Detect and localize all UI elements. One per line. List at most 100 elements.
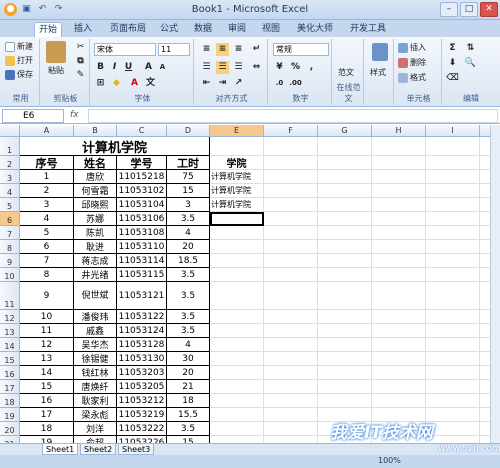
- fanwen-button[interactable]: 范文: [338, 67, 354, 78]
- cut-icon[interactable]: ✂: [74, 41, 87, 54]
- format-cells-button[interactable]: 格式: [398, 72, 426, 83]
- data-cell[interactable]: 11053130: [117, 352, 167, 366]
- tab-home[interactable]: 开始: [34, 22, 63, 37]
- row-header-5[interactable]: 5: [0, 198, 20, 212]
- row-header-17[interactable]: 17: [0, 380, 20, 394]
- data-cell[interactable]: 11053212: [117, 394, 167, 408]
- formula-input[interactable]: [88, 109, 498, 123]
- data-cell[interactable]: 11015218: [117, 170, 167, 184]
- cell[interactable]: [318, 184, 372, 198]
- column-header-e[interactable]: E: [210, 125, 264, 137]
- column-header-f[interactable]: F: [264, 125, 318, 137]
- column-header-d[interactable]: D: [167, 125, 210, 137]
- cell[interactable]: [264, 170, 318, 184]
- cell[interactable]: [264, 212, 318, 226]
- header-cell[interactable]: 学号: [117, 156, 167, 170]
- align-middle-icon[interactable]: ≡: [216, 43, 229, 56]
- header-cell[interactable]: 序号: [20, 156, 74, 170]
- font-color-icon[interactable]: A: [128, 77, 141, 90]
- cell[interactable]: [264, 408, 318, 422]
- cell[interactable]: [426, 436, 480, 443]
- cell[interactable]: [480, 254, 490, 268]
- cell[interactable]: [426, 156, 480, 170]
- data-cell[interactable]: 18.5: [167, 254, 210, 268]
- cell[interactable]: [426, 184, 480, 198]
- row-header-3[interactable]: 3: [0, 170, 20, 184]
- underline-button[interactable]: U: [122, 61, 135, 74]
- data-cell[interactable]: 9: [20, 282, 74, 310]
- align-bottom-icon[interactable]: ≡: [232, 43, 245, 56]
- cell[interactable]: [426, 310, 480, 324]
- sort-filter-icon[interactable]: ⇅: [464, 42, 477, 55]
- vertical-scrollbar[interactable]: [490, 125, 500, 443]
- cell[interactable]: [480, 352, 490, 366]
- align-center-icon[interactable]: ☰: [216, 61, 229, 74]
- clear-icon[interactable]: ⌫: [446, 72, 459, 85]
- data-cell[interactable]: 梁永彪: [74, 408, 117, 422]
- increase-indent-icon[interactable]: ⇥: [216, 77, 229, 90]
- cell[interactable]: [318, 240, 372, 254]
- cell[interactable]: [480, 436, 490, 443]
- cell[interactable]: [210, 338, 264, 352]
- tab-insert[interactable]: 插入: [70, 22, 96, 37]
- column-header-g[interactable]: G: [318, 125, 372, 137]
- cell[interactable]: [426, 324, 480, 338]
- cell[interactable]: [264, 137, 318, 156]
- data-cell[interactable]: 18: [167, 394, 210, 408]
- cell[interactable]: [426, 137, 480, 156]
- cell[interactable]: [318, 394, 372, 408]
- data-cell[interactable]: 戚鑫: [74, 324, 117, 338]
- align-left-icon[interactable]: ☰: [200, 61, 213, 74]
- cell[interactable]: [210, 282, 264, 310]
- data-cell[interactable]: 耿进: [74, 240, 117, 254]
- cell[interactable]: [480, 380, 490, 394]
- data-cell[interactable]: 井光绪: [74, 268, 117, 282]
- cell[interactable]: [210, 254, 264, 268]
- e-value-cell[interactable]: 计算机学院: [210, 184, 264, 198]
- data-cell[interactable]: 15: [167, 184, 210, 198]
- data-cell[interactable]: 6: [20, 240, 74, 254]
- cell[interactable]: [264, 268, 318, 282]
- cell[interactable]: [264, 422, 318, 436]
- cell[interactable]: [426, 422, 480, 436]
- row-header-6[interactable]: 6: [0, 212, 20, 226]
- open-button[interactable]: 打开: [5, 55, 33, 66]
- fx-icon[interactable]: fx: [70, 110, 79, 120]
- cell[interactable]: [318, 137, 372, 156]
- cell[interactable]: [264, 282, 318, 310]
- cell[interactable]: [372, 226, 426, 240]
- cell[interactable]: [480, 408, 490, 422]
- row-header-4[interactable]: 4: [0, 184, 20, 198]
- tab-data[interactable]: 数据: [190, 22, 216, 37]
- wrap-text-icon[interactable]: ↵: [250, 43, 263, 56]
- number-format-select[interactable]: 常规: [273, 43, 329, 56]
- cell[interactable]: [426, 240, 480, 254]
- cell[interactable]: [264, 254, 318, 268]
- data-cell[interactable]: 潘俊玮: [74, 310, 117, 324]
- cell[interactable]: [210, 310, 264, 324]
- cell[interactable]: [210, 226, 264, 240]
- cell[interactable]: [318, 310, 372, 324]
- data-cell[interactable]: 1: [20, 170, 74, 184]
- row-header-10[interactable]: 10: [0, 268, 20, 282]
- tab-developer[interactable]: 开发工具: [346, 22, 390, 37]
- insert-cells-button[interactable]: 插入: [398, 42, 426, 53]
- cell[interactable]: [210, 380, 264, 394]
- cell[interactable]: [372, 310, 426, 324]
- align-right-icon[interactable]: ☰: [232, 61, 245, 74]
- data-cell[interactable]: 15: [167, 436, 210, 443]
- save-file-button[interactable]: 保存: [5, 69, 33, 80]
- row-header-1[interactable]: 1: [0, 137, 20, 156]
- cell[interactable]: [264, 352, 318, 366]
- cell[interactable]: [426, 408, 480, 422]
- tab-view[interactable]: 视图: [258, 22, 284, 37]
- data-cell[interactable]: 徐锡健: [74, 352, 117, 366]
- cell[interactable]: [426, 282, 480, 310]
- data-cell[interactable]: 3: [167, 198, 210, 212]
- cell[interactable]: [318, 170, 372, 184]
- tab-formulas[interactable]: 公式: [156, 22, 182, 37]
- cell[interactable]: [480, 268, 490, 282]
- data-cell[interactable]: 11053121: [117, 282, 167, 310]
- paste-button[interactable]: 粘贴: [46, 41, 66, 76]
- cell[interactable]: [210, 268, 264, 282]
